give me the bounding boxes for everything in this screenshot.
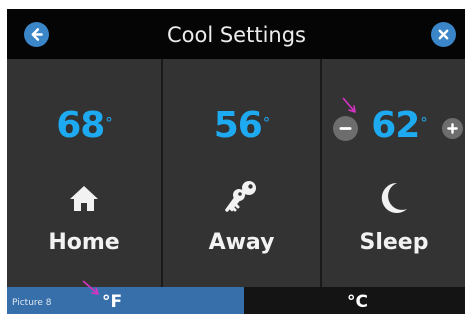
mode-label-home: Home bbox=[48, 230, 120, 255]
degree-symbol: ° bbox=[262, 114, 270, 132]
sleep-temperature: 62° bbox=[371, 105, 428, 146]
mode-panels: 68° Home 56° Away 62° Sleep bbox=[7, 59, 465, 287]
annotation-arrow-icon bbox=[82, 280, 99, 295]
close-icon bbox=[438, 29, 449, 40]
header-bar: Cool Settings bbox=[7, 9, 465, 59]
degree-symbol: ° bbox=[105, 114, 112, 132]
home-icon bbox=[70, 186, 98, 211]
increase-temp-button[interactable] bbox=[442, 118, 463, 139]
minus-icon bbox=[339, 127, 352, 130]
moon-icon bbox=[381, 182, 407, 213]
unit-toggle: Picture 8 °F °C bbox=[7, 280, 465, 314]
celsius-option[interactable]: °C bbox=[244, 287, 465, 314]
home-temperature: 68° bbox=[56, 105, 113, 146]
figure-caption: Picture 8 bbox=[12, 298, 52, 308]
mode-panel-away[interactable]: 56° Away bbox=[163, 59, 320, 287]
mode-panel-home[interactable]: 68° Home bbox=[7, 59, 161, 287]
fahrenheit-option[interactable]: Picture 8 °F bbox=[7, 287, 244, 314]
decrease-temp-button[interactable] bbox=[333, 116, 358, 141]
plus-icon bbox=[447, 123, 458, 134]
celsius-label: °C bbox=[347, 292, 368, 312]
mode-label-sleep: Sleep bbox=[359, 230, 429, 255]
close-button[interactable] bbox=[431, 22, 456, 47]
fahrenheit-label: °F bbox=[102, 292, 123, 312]
thermostat-screen: Cool Settings 68° Home 56° Away 62° Slee… bbox=[7, 9, 465, 314]
away-temperature: 56° bbox=[213, 105, 271, 146]
degree-symbol: ° bbox=[420, 114, 427, 132]
arrow-left-icon bbox=[31, 28, 43, 41]
back-button[interactable] bbox=[24, 22, 49, 47]
mode-label-away: Away bbox=[208, 230, 275, 255]
mode-panel-sleep[interactable]: 62° Sleep bbox=[322, 59, 465, 287]
keys-icon bbox=[224, 181, 256, 212]
page-title: Cool Settings bbox=[166, 23, 306, 47]
annotation-arrow-icon bbox=[342, 97, 356, 113]
